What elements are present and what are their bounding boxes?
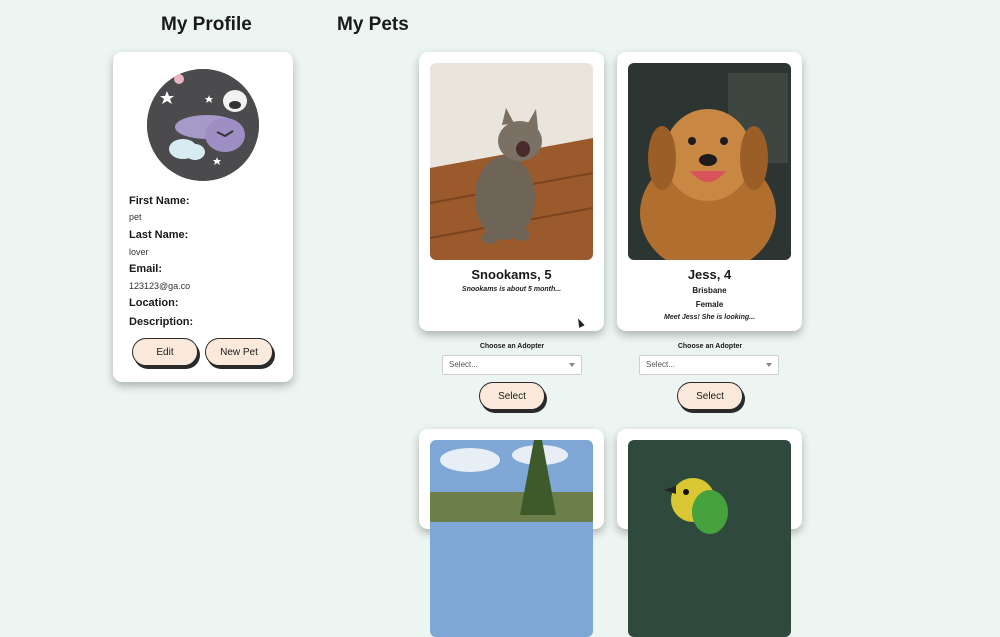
edit-button[interactable]: Edit [132, 338, 198, 366]
email-label: Email: [129, 263, 163, 275]
pet-name: Snookams, 5 [471, 267, 552, 282]
location-label: Location: [129, 297, 179, 309]
chevron-down-icon [766, 363, 772, 367]
last-name-value: lover [129, 247, 149, 257]
chevron-down-icon [569, 363, 575, 367]
pet-card[interactable] [419, 429, 604, 637]
avatar [147, 69, 259, 181]
pet-photo [628, 440, 791, 637]
email-value: 123123@ga.co [129, 281, 191, 291]
last-name-label: Last Name: [129, 229, 189, 241]
adopter-select[interactable]: Select... [639, 355, 779, 375]
pet-description: Snookams is about 5 month... [461, 286, 562, 293]
pet-description: Meet Jess! She is looking... [663, 314, 756, 321]
choose-adopter-label: Choose an Adopter [677, 343, 743, 350]
my-profile-heading: My Profile [161, 14, 252, 35]
select-button[interactable]: Select [677, 382, 743, 410]
select-button[interactable]: Select [479, 382, 545, 410]
description-label: Description: [129, 316, 194, 328]
first-name-value: pet [129, 212, 142, 222]
adopter-select[interactable]: Select... [442, 355, 582, 375]
new-pet-button[interactable]: New Pet [205, 338, 273, 366]
pet-gender: Female [695, 300, 724, 309]
pet-card[interactable]: Snookams, 5 Snookams is about 5 month... [419, 52, 604, 331]
pet-location: Brisbane [692, 286, 727, 295]
pet-card[interactable] [617, 429, 802, 637]
adopter-select-value: Select... [646, 360, 675, 369]
pet-photo [430, 63, 593, 260]
avatar-image [147, 69, 259, 181]
choose-adopter-label: Choose an Adopter [479, 343, 545, 350]
adopter-select-value: Select... [449, 360, 478, 369]
first-name-label: First Name: [129, 195, 190, 207]
profile-card: First Name: pet Last Name: lover Email: … [113, 52, 293, 382]
my-pets-heading: My Pets [337, 14, 409, 35]
pet-photo [628, 63, 791, 260]
pet-name: Jess, 4 [687, 267, 732, 282]
pet-card[interactable]: Jess, 4 Brisbane Female Meet Jess! She i… [617, 52, 802, 331]
pet-photo [430, 440, 593, 637]
